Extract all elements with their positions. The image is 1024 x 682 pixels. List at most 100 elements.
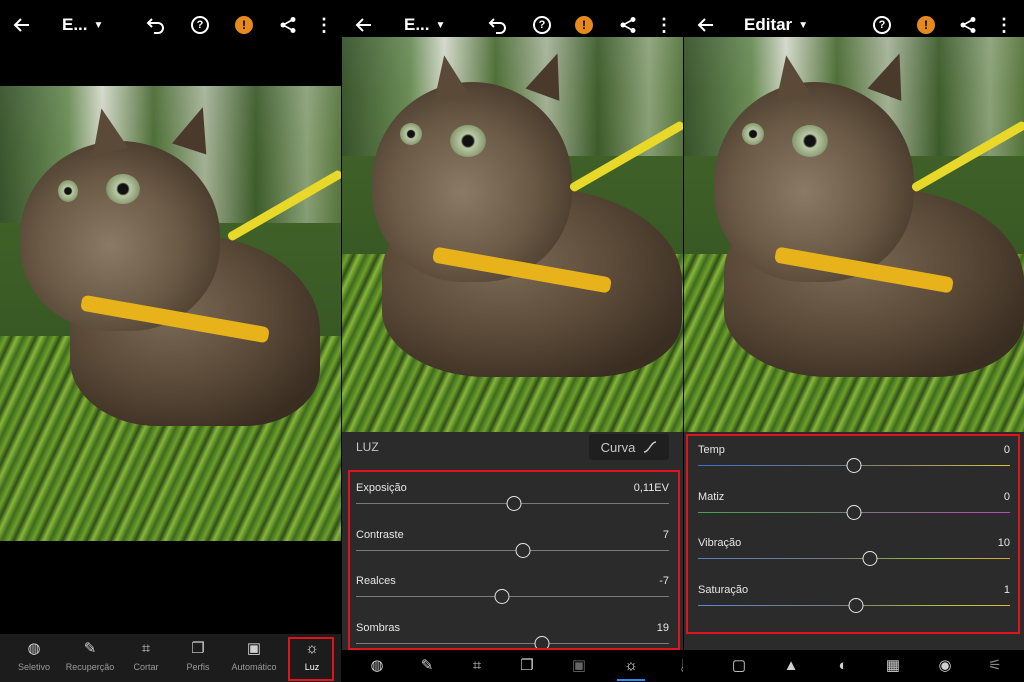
chevron-down-icon: ▼ xyxy=(93,19,104,31)
edit-mode-dropdown[interactable]: E... ▼ xyxy=(404,12,445,38)
slider-contrast[interactable]: Contraste 7 xyxy=(356,529,669,569)
slider-track[interactable] xyxy=(356,596,669,597)
photo-canvas[interactable] xyxy=(684,37,1024,432)
crop-icon[interactable]: ⌗ xyxy=(466,656,488,676)
curve-icon xyxy=(644,441,657,453)
profiles-icon: ❐ xyxy=(191,640,205,657)
share-icon[interactable] xyxy=(956,12,980,38)
geometry-icon[interactable]: ▦ xyxy=(882,656,904,676)
back-arrow-icon[interactable] xyxy=(352,12,376,38)
tool-label: Perfis xyxy=(186,662,210,672)
crop-icon: ⌗ xyxy=(141,640,151,657)
profiles-icon[interactable]: ❐ xyxy=(516,656,538,676)
curve-button[interactable]: Curva xyxy=(589,434,669,460)
tool-label: Automático xyxy=(231,662,277,672)
effects-icon[interactable]: ◉ xyxy=(934,656,956,676)
chevron-down-icon: ▼ xyxy=(435,19,446,31)
slider-thumb[interactable] xyxy=(848,598,864,613)
slider-track[interactable] xyxy=(356,643,669,644)
light-icon[interactable]: ☼ xyxy=(620,656,642,676)
slider-value: 10 xyxy=(997,537,1010,549)
share-icon[interactable] xyxy=(616,12,640,38)
more-icon[interactable]: ⋮ xyxy=(994,12,1014,38)
light-panel-title: LUZ xyxy=(356,440,379,454)
photo-canvas[interactable] xyxy=(342,37,683,432)
slider-label: Realces xyxy=(356,575,396,587)
warning-icon[interactable]: ! xyxy=(914,12,938,38)
slider-thumb[interactable] xyxy=(846,458,862,473)
photo-canvas[interactable] xyxy=(0,86,341,541)
slider-thumb[interactable] xyxy=(846,505,862,520)
slider-highlights[interactable]: Realces -7 xyxy=(356,575,669,615)
tool-label: Recuperção xyxy=(65,662,115,672)
auto-icon: ▣ xyxy=(246,640,262,657)
tool-crop[interactable]: ⌗ Cortar xyxy=(118,636,174,680)
slider-value: 19 xyxy=(656,622,669,634)
active-tab-indicator xyxy=(617,679,645,681)
chevron-down-icon: ▼ xyxy=(798,19,809,31)
screen-panel-3: Editar ▼ ? ! ⋮ Temp 0 Matiz 0 Vibração 1… xyxy=(684,0,1024,682)
selective-icon: ◍ xyxy=(27,640,41,657)
slider-thumb[interactable] xyxy=(534,636,550,651)
slider-saturation[interactable]: Saturação 1 xyxy=(698,584,1010,624)
page-title: Editar xyxy=(744,15,793,34)
slider-value: -7 xyxy=(659,575,669,587)
slider-temperature[interactable]: Temp 0 xyxy=(698,444,1010,484)
undo-icon[interactable] xyxy=(486,12,510,38)
tool-light[interactable]: ☼ Luz xyxy=(284,636,340,680)
help-icon[interactable]: ? xyxy=(188,12,212,38)
slider-thumb[interactable] xyxy=(515,543,531,558)
edit-mode-dropdown[interactable]: Editar ▼ xyxy=(744,12,808,38)
slider-value: 7 xyxy=(662,529,669,541)
back-arrow-icon[interactable] xyxy=(694,12,718,38)
share-icon[interactable] xyxy=(276,12,300,38)
color-panel: Temp 0 Matiz 0 Vibração 10 Saturação 1 xyxy=(684,432,1024,650)
slider-label: Contraste xyxy=(356,529,404,541)
slider-thumb[interactable] xyxy=(506,496,522,511)
slider-label: Temp xyxy=(698,444,725,456)
tool-healing[interactable]: ✎ Recuperção xyxy=(62,636,118,680)
tool-bar: ▢ ▲ ◐ ▦ ◉ ⚟ xyxy=(684,650,1024,682)
vignette-icon[interactable]: ▢ xyxy=(728,656,750,676)
auto-icon[interactable]: ▣ xyxy=(568,656,590,676)
back-arrow-icon[interactable] xyxy=(10,12,34,38)
tool-bar: ◍ Seletivo ✎ Recuperção ⌗ Cortar ❐ Perfi… xyxy=(0,634,341,682)
slider-value: 0,11EV xyxy=(633,482,669,494)
page-title: E... xyxy=(404,15,430,34)
tool-selective[interactable]: ◍ Seletivo xyxy=(6,636,62,680)
tool-label: Luz xyxy=(304,662,320,672)
detail-icon[interactable]: ▲ xyxy=(780,656,802,676)
healing-icon[interactable]: ✎ xyxy=(416,656,438,676)
help-icon[interactable]: ? xyxy=(530,12,554,38)
light-panel: LUZ Curva Exposição 0,11EV Contraste 7 R… xyxy=(342,432,683,651)
warning-icon[interactable]: ! xyxy=(572,12,596,38)
warning-icon[interactable]: ! xyxy=(232,12,256,38)
help-icon[interactable]: ? xyxy=(870,12,894,38)
slider-label: Saturação xyxy=(698,584,749,596)
slider-label: Matiz xyxy=(698,491,725,503)
optics-icon[interactable]: ◐ xyxy=(832,656,854,676)
more-icon[interactable]: ⋮ xyxy=(314,12,334,38)
selective-icon[interactable]: ◍ xyxy=(366,656,388,676)
color-temperature-icon[interactable]: 🌡 xyxy=(674,656,683,676)
tool-label: Seletivo xyxy=(17,662,51,672)
tool-bar: ◍ ✎ ⌗ ❐ ▣ ☼ 🌡 xyxy=(342,650,683,682)
tool-profiles[interactable]: ❐ Perfis xyxy=(170,636,226,680)
top-bar: E... ▼ ? ! ⋮ xyxy=(0,0,341,50)
slider-track[interactable] xyxy=(698,558,1010,559)
slider-tint[interactable]: Matiz 0 xyxy=(698,491,1010,531)
undo-icon[interactable] xyxy=(144,12,168,38)
curve-label: Curva xyxy=(600,439,636,455)
slider-thumb[interactable] xyxy=(862,551,878,566)
tool-label: Cortar xyxy=(133,662,159,672)
slider-exposure[interactable]: Exposição 0,11EV xyxy=(356,482,669,522)
slider-track[interactable] xyxy=(356,550,669,551)
edit-mode-dropdown[interactable]: E... ▼ xyxy=(62,12,103,38)
slider-vibrance[interactable]: Vibração 10 xyxy=(698,537,1010,577)
tool-auto[interactable]: ▣ Automático xyxy=(226,636,282,680)
more-icon[interactable]: ⋮ xyxy=(654,12,674,38)
slider-thumb[interactable] xyxy=(494,589,510,604)
presets-icon[interactable]: ⚟ xyxy=(984,656,1006,676)
healing-icon: ✎ xyxy=(83,640,97,657)
screen-panel-2: E... ▼ ? ! ⋮ LUZ Curva Exposição 0,11EV … xyxy=(342,0,683,682)
